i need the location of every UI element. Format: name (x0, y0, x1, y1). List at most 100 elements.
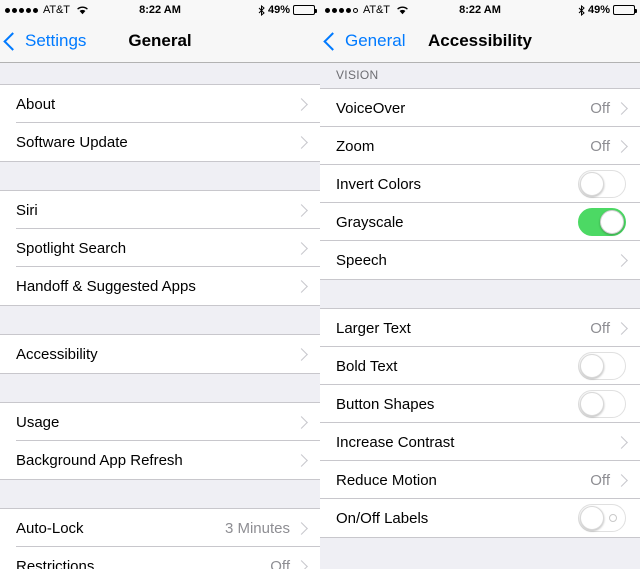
row-label: Usage (16, 413, 60, 431)
bluetooth-icon (578, 4, 585, 16)
signal-dot-filled (12, 7, 17, 13)
settings-row[interactable]: Larger Text Off (320, 309, 640, 347)
settings-row[interactable]: VoiceOver Off (320, 89, 640, 127)
toggle-knob (580, 172, 604, 196)
chevron-right-icon (295, 347, 308, 361)
back-button-general[interactable]: General (320, 31, 405, 51)
row-label: VoiceOver (336, 99, 406, 117)
chevron-right-icon (295, 415, 308, 429)
row-value: Off (590, 319, 610, 337)
settings-row[interactable]: Usage (0, 403, 320, 441)
toggle-switch[interactable] (578, 170, 626, 198)
back-button-settings[interactable]: Settings (0, 31, 86, 51)
chevron-right-icon (615, 435, 628, 449)
settings-row[interactable]: Button Shapes (320, 385, 640, 423)
settings-group: Siri Spotlight Search Handoff & Suggested … (0, 191, 320, 305)
status-bar-left-group: AT&T (5, 4, 160, 16)
chevron-left-icon (323, 31, 342, 51)
section-gap (320, 279, 640, 309)
chevron-right-icon (295, 97, 308, 111)
settings-row[interactable]: Increase Contrast (320, 423, 640, 461)
wifi-icon (76, 5, 89, 15)
status-bar-right: AT&T 8:22 AM 49% (320, 0, 640, 20)
row-label: Accessibility (16, 345, 98, 363)
settings-row[interactable]: Restrictions Off (0, 547, 320, 569)
settings-row[interactable]: Software Update (0, 123, 320, 161)
row-label: On/Off Labels (336, 509, 429, 527)
toggle-switch[interactable] (578, 504, 626, 532)
row-label: Handoff & Suggested Apps (16, 277, 196, 295)
settings-row[interactable]: Reduce Motion Off (320, 461, 640, 499)
bluetooth-icon (258, 4, 265, 16)
list-tail-gap (320, 537, 640, 569)
settings-row[interactable]: Auto-Lock 3 Minutes (0, 509, 320, 547)
row-label: Background App Refresh (16, 451, 183, 469)
row-label: Increase Contrast (336, 433, 455, 451)
section-gap (0, 479, 320, 509)
chevron-left-icon (3, 31, 22, 51)
signal-dot-filled (19, 7, 24, 13)
settings-row[interactable]: Background App Refresh (0, 441, 320, 479)
row-value: Off (270, 557, 290, 569)
chevron-right-icon (295, 453, 308, 467)
battery-icon (293, 5, 317, 15)
off-label-circle-icon (609, 514, 617, 522)
toggle-knob (580, 392, 604, 416)
settings-row[interactable]: Zoom Off (320, 127, 640, 165)
settings-row[interactable]: Grayscale (320, 203, 640, 241)
signal-dot-filled (325, 7, 330, 13)
chevron-right-icon (295, 241, 308, 255)
toggle-switch[interactable] (578, 352, 626, 380)
settings-list-general: About Software Update Siri Spotlight Search… (0, 63, 320, 569)
chevron-right-icon (295, 135, 308, 149)
status-bar-right-group: 49% (160, 4, 317, 16)
settings-row[interactable]: Spotlight Search (0, 229, 320, 267)
settings-row[interactable]: Invert Colors (320, 165, 640, 203)
carrier-label: AT&T (363, 4, 390, 16)
settings-group: Usage Background App Refresh (0, 403, 320, 479)
toggle-knob (600, 210, 624, 234)
toggle-knob (580, 354, 604, 378)
signal-strength-dots (5, 7, 38, 13)
nav-bar-left: Settings General (0, 20, 320, 63)
row-value: Off (590, 137, 610, 155)
signal-dot-filled (339, 7, 344, 13)
settings-row[interactable]: Bold Text (320, 347, 640, 385)
settings-row[interactable]: On/Off Labels (320, 499, 640, 537)
chevron-right-icon (295, 559, 308, 569)
settings-row[interactable]: About (0, 85, 320, 123)
chevron-right-icon (615, 253, 628, 267)
row-label: Zoom (336, 137, 375, 155)
settings-group: About Software Update (0, 85, 320, 161)
settings-list-accessibility: VISION VoiceOver Off Zoom Off Invert Colors Gr… (320, 63, 640, 569)
settings-row[interactable]: Siri (0, 191, 320, 229)
section-gap (0, 373, 320, 403)
row-label: Button Shapes (336, 395, 435, 413)
chevron-right-icon (295, 203, 308, 217)
settings-row[interactable]: Handoff & Suggested Apps (0, 267, 320, 305)
right-screen-accessibility: AT&T 8:22 AM 49% General Accessibility V… (320, 0, 640, 569)
row-label: Bold Text (336, 357, 398, 375)
row-label: Larger Text (336, 319, 411, 337)
status-bar-right-group: 49% (480, 4, 637, 16)
toggle-switch[interactable] (578, 208, 626, 236)
chevron-right-icon (615, 321, 628, 335)
section-gap (0, 305, 320, 335)
carrier-label: AT&T (43, 4, 70, 16)
settings-row[interactable]: Speech (320, 241, 640, 279)
settings-group: VoiceOver Off Zoom Off Invert Colors Grayscal… (320, 89, 640, 279)
signal-dot-filled (332, 7, 337, 13)
signal-dot-filled (5, 7, 10, 13)
row-value: 3 Minutes (224, 519, 290, 537)
row-value: Off (590, 99, 610, 117)
signal-dot-filled (26, 7, 31, 13)
section-gap (0, 161, 320, 191)
back-button-label: Settings (25, 31, 87, 50)
settings-group: Auto-Lock 3 Minutes Restrictions Off (0, 509, 320, 569)
chevron-right-icon (615, 473, 628, 487)
row-label: Restrictions (16, 557, 95, 569)
row-label: Spotlight Search (16, 239, 127, 257)
status-bar-left-group: AT&T (325, 4, 480, 16)
settings-row[interactable]: Accessibility (0, 335, 320, 373)
toggle-switch[interactable] (578, 390, 626, 418)
